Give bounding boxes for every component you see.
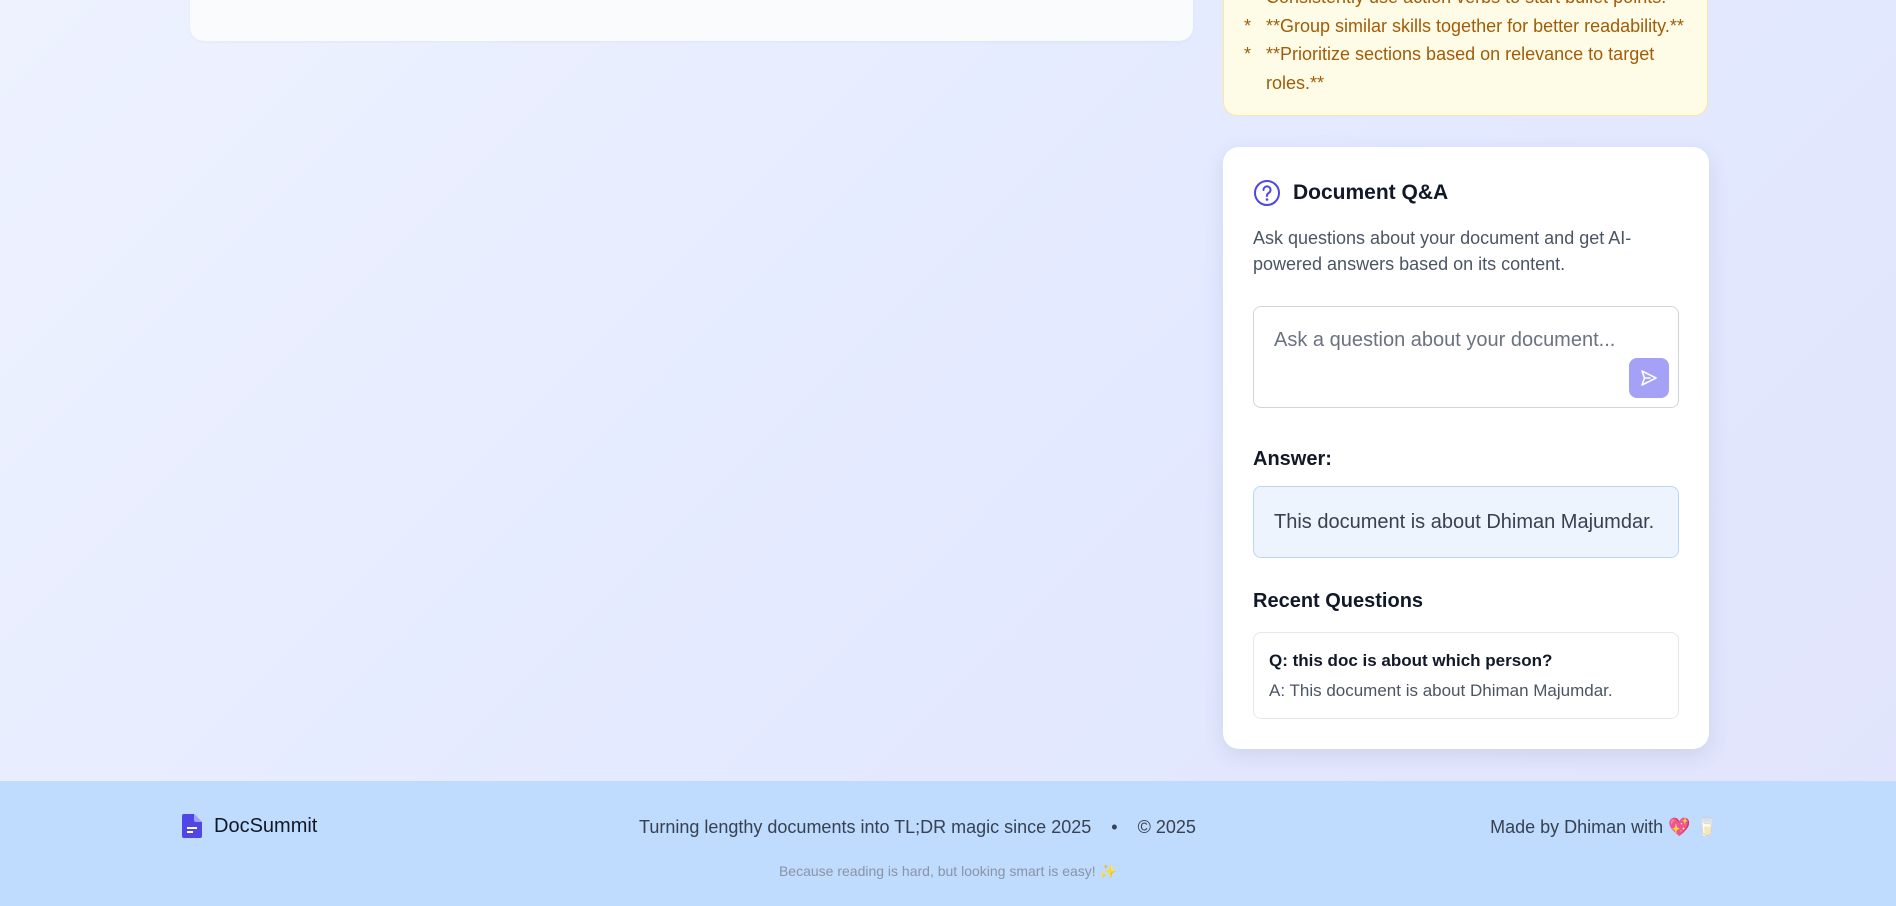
answer-box: This document is about Dhiman Majumdar. (1253, 486, 1679, 558)
question-input[interactable] (1274, 329, 1614, 352)
question-circle-icon (1254, 180, 1280, 206)
tip-item: * Consistently use action verbs to start… (1244, 0, 1689, 12)
footer-tagline: Turning lengthy documents into TL;DR mag… (639, 817, 1196, 838)
qa-description: Ask questions about your document and ge… (1253, 228, 1632, 274)
tip-item: * **Prioritize sections based on relevan… (1244, 40, 1689, 97)
sub-tagline: Because reading is hard, but looking sma… (778, 863, 1118, 879)
tip-item: * **Group similar skills together for be… (1244, 12, 1689, 41)
recent-question-item[interactable]: Q: this doc is about which person? A: Th… (1253, 632, 1679, 719)
tip-text: **Group similar skills together for bett… (1266, 15, 1684, 36)
qa-header: Document Q&A (1253, 177, 1679, 209)
send-icon (1641, 370, 1657, 386)
copyright: © 2025 (1137, 817, 1196, 837)
tip-bullet: * (1244, 15, 1252, 36)
tips-card: * Consistently use action verbs to start… (1223, 0, 1708, 116)
recent-answer: A: This document is about Dhiman Majumda… (1269, 681, 1613, 700)
qa-title: Document Q&A (1293, 181, 1449, 204)
recent-question: Q: this doc is about which person? (1269, 651, 1553, 670)
separator-dot: • (1111, 817, 1118, 837)
footer: DocSummit Turning lengthy documents into… (0, 781, 1896, 906)
made-by: Made by Dhiman with 💖 🥛 (1490, 817, 1718, 837)
document-icon (182, 814, 202, 838)
document-qa-card: Document Q&A Ask questions about your do… (1223, 147, 1709, 749)
send-button[interactable] (1629, 358, 1669, 398)
recent-questions-label: Recent Questions (1253, 590, 1424, 612)
footer-brand[interactable]: DocSummit (182, 814, 317, 838)
tip-bullet: * (1244, 44, 1252, 64)
brand-name: DocSummit (214, 814, 318, 837)
tagline-text: Turning lengthy documents into TL;DR mag… (639, 817, 1092, 837)
tip-text: Consistently use action verbs to start b… (1266, 0, 1680, 12)
answer-text: This document is about Dhiman Majumdar. (1274, 510, 1655, 533)
tip-text: **Prioritize sections based on relevance… (1266, 44, 1655, 93)
tip-bullet: * (1244, 0, 1266, 12)
answer-label: Answer: (1253, 448, 1332, 470)
question-box (1253, 306, 1679, 408)
summary-card (190, 0, 1193, 41)
